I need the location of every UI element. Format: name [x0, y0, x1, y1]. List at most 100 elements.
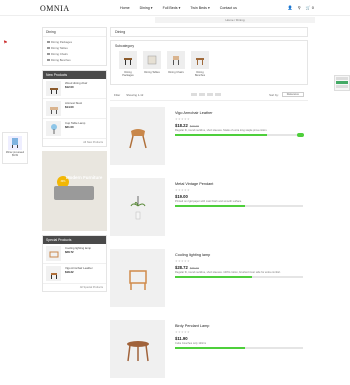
- list-item[interactable]: Wood dining chair $12.00: [43, 79, 106, 99]
- product-toolbar: Filter Showing 1-12 Sort by: Relevance: [110, 89, 308, 101]
- category-item[interactable]: Dining Benches: [43, 57, 106, 63]
- side-flag-icon[interactable]: ⚑: [3, 40, 7, 46]
- add-to-cart-button[interactable]: [297, 133, 304, 137]
- subcategory-thumb[interactable]: [191, 51, 209, 69]
- list-item[interactable]: Cup Table Lamp $21.00: [43, 119, 106, 139]
- subcategory-panel: Subcategory Dining Packages Dining Table…: [110, 40, 308, 85]
- category-box: Dining Dining Packages Dining Tables Din…: [42, 27, 107, 66]
- stock-bar: [175, 276, 303, 278]
- all-new-products-link[interactable]: All New Products: [43, 139, 106, 146]
- product-image[interactable]: [110, 249, 165, 307]
- new-products-box: New Products Wood dining chair $12.00 Arm…: [42, 70, 107, 147]
- product-thumb[interactable]: [46, 81, 61, 96]
- stock-fill: [175, 134, 268, 136]
- nav-home[interactable]: Home: [120, 6, 130, 10]
- logo[interactable]: OMNIA: [40, 4, 70, 13]
- product-name[interactable]: Vigo Armchair Leather: [175, 111, 308, 115]
- product-price: $14.00: [65, 105, 74, 109]
- subcategory-thumb[interactable]: [119, 51, 137, 69]
- subcategory-title: Subcategory: [115, 44, 135, 48]
- header-icons: 👤 ⚲ 🛒 0: [288, 5, 314, 10]
- user-icon[interactable]: 👤: [288, 5, 293, 10]
- product-name[interactable]: Cooling lighting lamp: [175, 253, 308, 257]
- nav-contact[interactable]: Contact us: [220, 6, 237, 10]
- nav-twin-beds[interactable]: Twin Beds ▾: [190, 6, 209, 10]
- product-item[interactable]: Metal Vintage Pendant ★★★★★ $19.00 Print…: [110, 178, 308, 243]
- sort-label: Sort by:: [269, 92, 279, 97]
- category-title[interactable]: Dining: [43, 28, 106, 37]
- rating-stars: ★★★★★: [175, 259, 190, 263]
- subcategory-item[interactable]: Dining Benches: [191, 51, 209, 77]
- subcategory-item[interactable]: Dining Packages: [119, 51, 137, 77]
- sofa-image: [54, 186, 94, 200]
- rating-stars: ★★★★★: [175, 330, 190, 334]
- popup-thumb[interactable]: [8, 136, 22, 150]
- popup-price: $9.99: [12, 154, 18, 157]
- nav-dining[interactable]: Dining ▾: [140, 6, 153, 10]
- banner-title: Modern Furniture: [66, 175, 103, 180]
- side-settings-panel[interactable]: [334, 75, 350, 91]
- product-item[interactable]: Birdy Pendant Lamp ★★★★★ $11.90 Cube Cou…: [110, 320, 308, 385]
- list-view-icon[interactable]: [199, 93, 206, 96]
- products-count: Showing 1-12: [126, 92, 144, 97]
- recently-viewed-popup[interactable]: Mirrac previewed $9.99: [2, 132, 28, 164]
- checkbox-icon[interactable]: [47, 40, 50, 44]
- subcategory-item[interactable]: Dining Chairs: [167, 51, 185, 77]
- product-name[interactable]: Metal Vintage Pendant: [175, 182, 308, 186]
- product-image[interactable]: [110, 178, 165, 236]
- product-image[interactable]: [110, 320, 165, 378]
- list-item[interactable]: Armrest Stool $14.00: [43, 99, 106, 119]
- product-price: $28.72: [65, 250, 74, 254]
- list-item[interactable]: Vigo Armchair Leather $18.22: [43, 264, 106, 284]
- cart-icon[interactable]: 🛒 0: [306, 5, 314, 10]
- product-price: $21.00: [65, 125, 74, 129]
- special-products-box: Special Products Cooling lighting lamp $2…: [42, 235, 107, 292]
- stock-bar: [175, 134, 303, 136]
- product-thumb[interactable]: [46, 266, 61, 281]
- filter-button[interactable]: Filter: [114, 93, 120, 97]
- product-item[interactable]: Cooling lighting lamp ★★★★★ $28.72 $35.90…: [110, 249, 308, 314]
- checkbox-icon[interactable]: [47, 46, 50, 50]
- product-name[interactable]: Birdy Pendant Lamp: [175, 324, 308, 328]
- panel-line: [336, 85, 348, 88]
- product-price: $12.00: [65, 85, 74, 89]
- rating-stars: ★★★★★: [175, 188, 190, 192]
- stock-fill: [175, 205, 246, 207]
- nav-full-beds[interactable]: Full Beds ▾: [163, 6, 181, 10]
- product-description: Cube Couches only 120cm: [175, 342, 207, 345]
- list-item[interactable]: Cooling lighting lamp $28.72: [43, 244, 106, 264]
- product-thumb[interactable]: [46, 246, 61, 261]
- product-description: Printed on rigid paper with matt finish …: [175, 200, 242, 203]
- grid-view-icon[interactable]: [207, 93, 214, 96]
- new-products-title: New Products: [43, 71, 106, 79]
- product-price: $18.22: [65, 270, 74, 274]
- product-image[interactable]: [110, 107, 165, 165]
- special-products-title: Special Products: [43, 236, 106, 244]
- product-description: Regular fit, round neckline, short sleev…: [175, 129, 268, 132]
- stock-fill: [175, 347, 246, 349]
- checkbox-icon[interactable]: [47, 58, 50, 62]
- product-thumb[interactable]: [46, 101, 61, 116]
- product-description: Regular fit, round neckline, short sleev…: [175, 271, 281, 274]
- subcategory-thumb[interactable]: [143, 51, 161, 69]
- rating-stars: ★★★★★: [175, 117, 190, 121]
- header: OMNIA Home Dining ▾ Full Beds ▾ Twin Bed…: [0, 0, 350, 16]
- checkbox-icon[interactable]: [47, 52, 50, 56]
- stock-bar: [175, 205, 303, 207]
- sort-select[interactable]: Relevance: [281, 92, 304, 97]
- search-icon[interactable]: ⚲: [298, 5, 301, 10]
- promo-banner[interactable]: 30% Modern Furniture Sale up to 30%: [42, 151, 107, 231]
- main-nav: Home Dining ▾ Full Beds ▾ Twin Beds ▾ Co…: [120, 6, 237, 10]
- panel-line: [336, 81, 348, 84]
- product-price: $19.00: [175, 194, 188, 199]
- grid-view-icon[interactable]: [215, 93, 222, 96]
- subcategory-thumb[interactable]: [167, 51, 185, 69]
- breadcrumb[interactable]: Home / Dining: [155, 17, 315, 23]
- product-item[interactable]: Vigo Armchair Leather ★★★★★ $18.22 $19.99…: [110, 107, 308, 172]
- all-special-products-link[interactable]: All Special Products: [43, 284, 106, 291]
- grid-view-icon[interactable]: [191, 93, 198, 96]
- subcategory-item[interactable]: Dining Tables: [143, 51, 161, 77]
- view-toggle[interactable]: [191, 93, 222, 96]
- product-thumb[interactable]: [46, 121, 61, 136]
- stock-fill: [175, 276, 252, 278]
